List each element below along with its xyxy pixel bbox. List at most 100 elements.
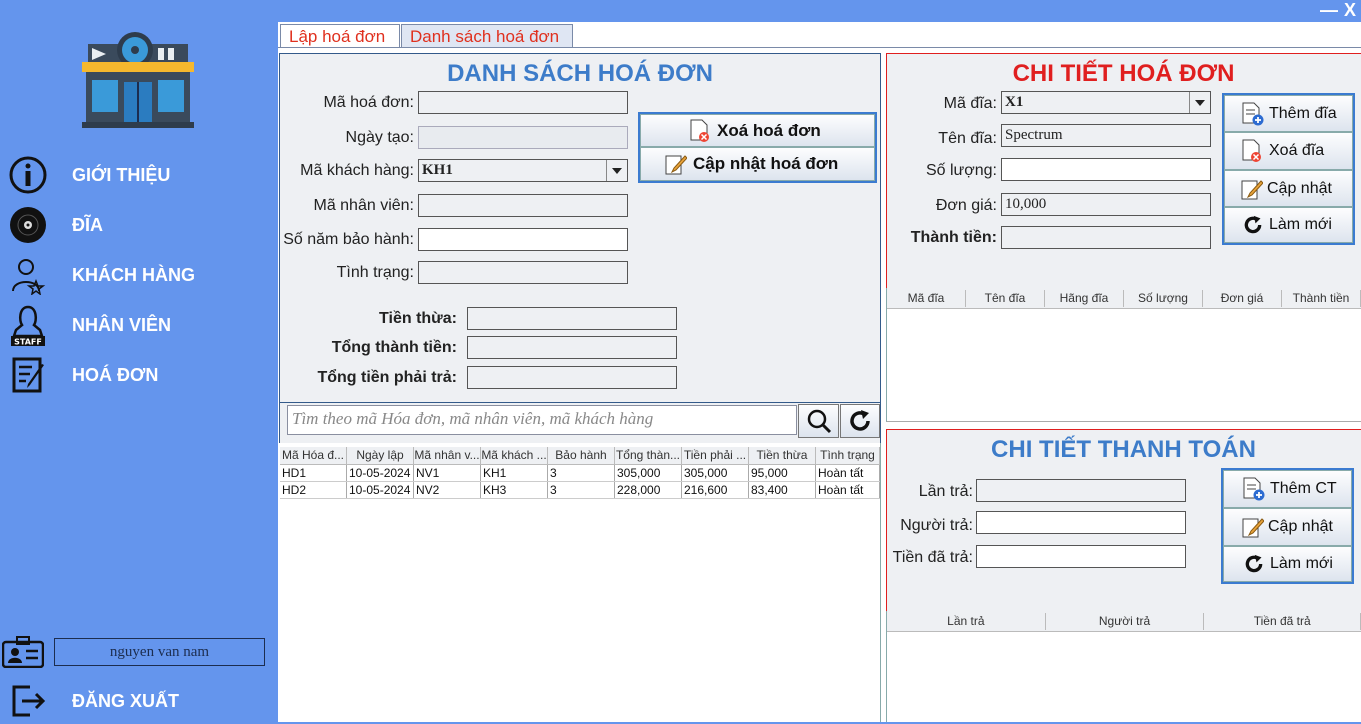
refresh-payment-button[interactable]: Làm mới — [1223, 546, 1352, 582]
table-cell: 10-05-2024 — [347, 482, 414, 498]
refresh-search-button[interactable] — [840, 404, 880, 438]
table-row[interactable]: HD2 10-05-2024 NV2 KH3 3 228,000 216,600… — [280, 482, 880, 499]
edit-icon — [1241, 178, 1263, 200]
payer-field[interactable] — [976, 511, 1186, 534]
col-header[interactable]: Người trả — [1046, 612, 1205, 630]
invoice-detail-title: CHI TIẾT HOÁ ĐƠN — [1012, 60, 1235, 87]
quantity-field[interactable] — [1001, 158, 1211, 181]
add-payment-label: Thêm CT — [1270, 480, 1337, 497]
close-button[interactable]: X — [1344, 0, 1356, 21]
update-invoice-label: Cập nhật hoá đơn — [693, 154, 839, 173]
sidebar-item-label: ĐĨA — [72, 214, 103, 235]
col-header[interactable]: Tiền thừa — [749, 447, 816, 464]
paid-amount-label: Tiền đã trả: — [892, 549, 973, 566]
payment-time-label: Lần trả: — [918, 483, 973, 500]
col-header[interactable]: Tên đĩa — [966, 289, 1045, 307]
col-header[interactable]: Số lượng — [1124, 289, 1203, 307]
col-header[interactable]: Tình trạng — [816, 447, 880, 464]
table-cell: 83,400 — [749, 482, 816, 498]
add-document-icon — [1242, 477, 1266, 501]
col-header[interactable]: Hãng đĩa — [1045, 289, 1124, 307]
amount-label: Thành tiền: — [910, 229, 997, 246]
table-cell: 3 — [548, 465, 615, 481]
sidebar-item-invoice[interactable]: HOÁ ĐƠN — [0, 352, 270, 398]
update-invoice-button[interactable]: Cập nhật hoá đơn — [640, 147, 875, 181]
customer-id-combo[interactable]: KH1 — [418, 159, 628, 182]
search-button[interactable] — [798, 404, 839, 438]
amount-field — [1001, 226, 1211, 249]
col-header[interactable]: Tiền đã trả — [1204, 612, 1361, 630]
total-label: Tổng thành tiền: — [331, 339, 457, 356]
invoice-detail-table-header: Mã đĩa Tên đĩa Hãng đĩa Số lượng Đơn giá… — [887, 288, 1361, 309]
disc-id-combo[interactable]: X1 — [1001, 91, 1211, 114]
update-detail-label: Cập nhật — [1267, 179, 1332, 197]
app-logo — [80, 30, 196, 130]
total-field — [467, 336, 677, 359]
employee-id-label: Mã nhân viên: — [313, 197, 414, 214]
sidebar-item-about[interactable]: GIỚI THIỆU — [0, 152, 270, 198]
invoice-list-title: DANH SÁCH HOÁ ĐƠN — [447, 60, 713, 87]
invoice-table-header: Mã Hóa đ... Ngày lập Mã nhân v... Mã khá… — [280, 447, 880, 465]
table-cell: HD2 — [280, 482, 347, 498]
search-input[interactable]: Tìm theo mã Hóa đơn, mã nhân viên, mã kh… — [287, 405, 797, 435]
col-header[interactable]: Bảo hành — [548, 447, 615, 464]
table-cell: 228,000 — [615, 482, 682, 498]
update-payment-button[interactable]: Cập nhật — [1223, 508, 1352, 546]
svg-text:STAFF: STAFF — [14, 338, 42, 347]
info-icon — [8, 155, 48, 195]
sidebar-item-disc[interactable]: ĐĨA — [0, 202, 270, 248]
update-payment-label: Cập nhật — [1268, 518, 1333, 535]
paid-amount-field[interactable] — [976, 545, 1186, 568]
table-cell: HD1 — [280, 465, 347, 481]
payment-table-header: Lần trả Người trả Tiền đã trả — [887, 611, 1361, 632]
refresh-detail-label: Làm mới — [1269, 216, 1332, 233]
sidebar-item-customer[interactable]: KHÁCH HÀNG — [0, 252, 270, 298]
logout-button[interactable]: ĐĂNG XUẤT — [0, 678, 270, 724]
col-header[interactable]: Mã Hóa đ... — [280, 447, 347, 464]
refresh-detail-button[interactable]: Làm mới — [1224, 207, 1353, 243]
status-label: Tình trạng: — [336, 264, 414, 281]
col-header[interactable]: Lần trả — [887, 612, 1046, 630]
table-cell: KH3 — [481, 482, 548, 498]
col-header[interactable]: Tiền phải ... — [682, 447, 749, 464]
chevron-down-icon[interactable] — [606, 160, 627, 181]
add-disc-button[interactable]: Thêm đĩa — [1224, 95, 1353, 132]
sidebar-item-staff[interactable]: STAFF NHÂN VIÊN — [0, 302, 270, 348]
created-date-field — [418, 126, 628, 149]
disc-icon — [8, 205, 48, 245]
invoice-table: Mã Hóa đ... Ngày lập Mã nhân v... Mã khá… — [280, 447, 880, 499]
id-card-icon — [1, 636, 45, 669]
refresh-icon — [1244, 554, 1264, 574]
add-payment-button[interactable]: Thêm CT — [1223, 470, 1352, 508]
delete-document-icon — [689, 119, 711, 143]
username-field: nguyen van nam — [54, 638, 265, 666]
col-header[interactable]: Thành tiền — [1282, 289, 1361, 307]
delete-invoice-button[interactable]: Xoá hoá đơn — [640, 114, 875, 147]
change-label: Tiền thừa: — [379, 310, 457, 327]
payable-label: Tổng tiền phải trả: — [317, 369, 457, 386]
refresh-payment-label: Làm mới — [1270, 555, 1333, 572]
tab-invoice-list[interactable]: Danh sách hoá đơn — [401, 24, 573, 48]
warranty-field[interactable] — [418, 228, 628, 251]
edit-icon — [1242, 516, 1264, 538]
created-date-label: Ngày tạo: — [345, 129, 414, 146]
payment-time-field[interactable] — [976, 479, 1186, 502]
payment-table: Lần trả Người trả Tiền đã trả — [886, 611, 1361, 722]
table-row[interactable]: HD1 10-05-2024 NV1 KH1 3 305,000 305,000… — [280, 465, 880, 482]
minimize-button[interactable]: — — [1320, 0, 1338, 21]
delete-disc-button[interactable]: Xoá đĩa — [1224, 132, 1353, 170]
chevron-down-icon[interactable] — [1189, 92, 1210, 113]
col-header[interactable]: Mã đĩa — [887, 289, 966, 307]
col-header[interactable]: Mã nhân v... — [414, 447, 481, 464]
col-header[interactable]: Tổng thàn... — [615, 447, 682, 464]
invoice-id-field[interactable] — [418, 91, 628, 114]
col-header[interactable]: Mã khách ... — [481, 447, 548, 464]
add-document-icon — [1241, 102, 1265, 126]
employee-id-field[interactable] — [418, 194, 628, 217]
tab-create-invoice[interactable]: Lập hoá đơn — [280, 24, 400, 48]
status-field[interactable] — [418, 261, 628, 284]
update-detail-button[interactable]: Cập nhật — [1224, 170, 1353, 207]
col-header[interactable]: Đơn giá — [1203, 289, 1282, 307]
sidebar-item-label: HOÁ ĐƠN — [72, 364, 159, 385]
col-header[interactable]: Ngày lập — [347, 447, 414, 464]
